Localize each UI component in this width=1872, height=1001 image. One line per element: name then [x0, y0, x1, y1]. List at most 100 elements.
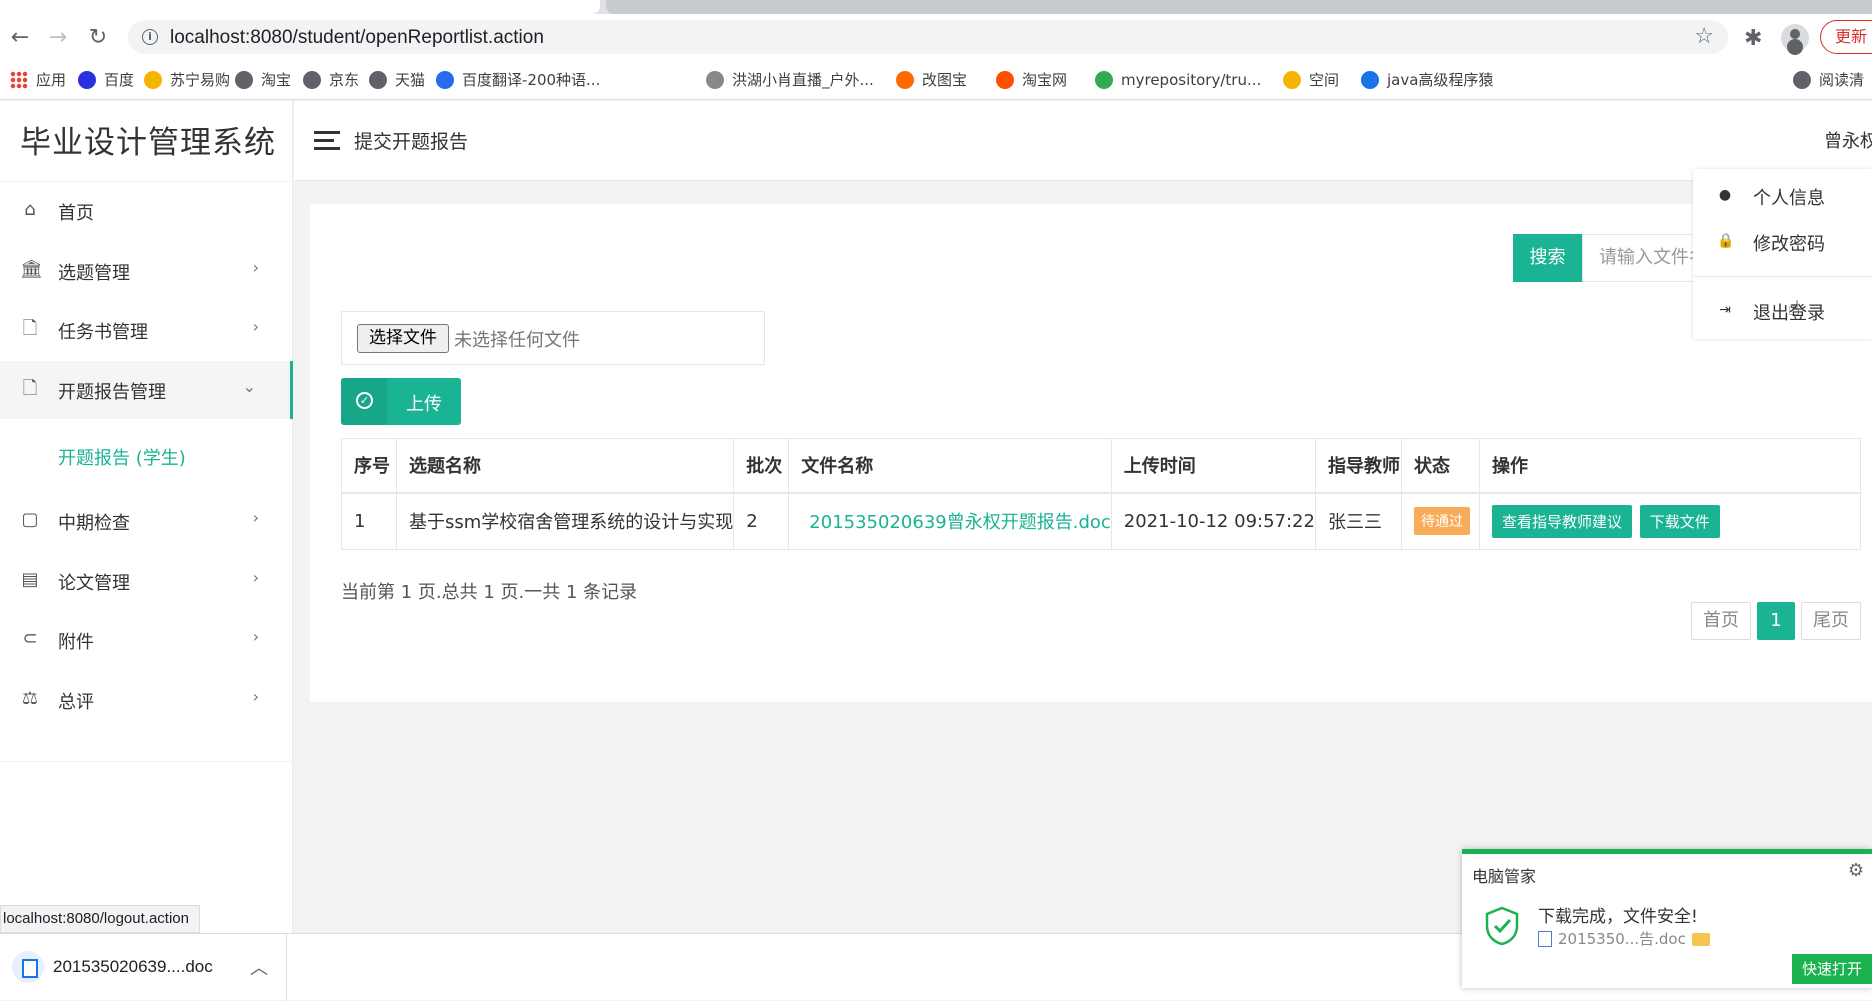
bookmark-label: 洪湖小肖直播_户外...: [732, 71, 874, 89]
sidebar-item-label: 开题报告管理: [58, 382, 166, 403]
document-icon: [1538, 931, 1552, 947]
download-file-button[interactable]: 下载文件: [1639, 504, 1720, 538]
bookmark-star-icon[interactable]: ☆: [1694, 24, 1714, 49]
dropdown-item-change-password[interactable]: 🔒 修改密码: [1693, 223, 1872, 263]
bookmark-item[interactable]: 淘宝网: [996, 69, 1067, 91]
forward-icon[interactable]: →: [44, 24, 72, 52]
table-row: 1 基于ssm学校宿舍管理系统的设计与实现 2 201535020639曾永权开…: [341, 492, 1862, 550]
bookmark-label: 百度翻译-200种语...: [462, 71, 601, 89]
file-link[interactable]: 201535020639曾永权开题报告.doc: [809, 512, 1110, 533]
sidebar-item-label: 附件: [58, 632, 94, 653]
sidebar-item-opening-report[interactable]: 🗋 开题报告管理 ⌄: [0, 361, 293, 419]
sidebar-item-label: 选题管理: [58, 263, 130, 284]
bookmark-item[interactable]: 苏宁易购: [144, 69, 230, 91]
pagination-last[interactable]: 尾页: [1801, 602, 1861, 640]
chevron-right-icon: ›: [252, 508, 259, 527]
folder-icon[interactable]: [1691, 933, 1710, 946]
bookmark-item[interactable]: 天猫: [369, 69, 425, 91]
view-teacher-advice-button[interactable]: 查看指导教师建议: [1491, 504, 1632, 538]
download-filename: 201535020639....doc: [53, 957, 213, 976]
bookmark-item[interactable]: 淘宝: [235, 69, 291, 91]
bookmark-label: 淘宝网: [1022, 71, 1068, 89]
lock-icon: 🔒: [1717, 233, 1735, 249]
balance-scale-icon: ⚖: [21, 688, 39, 709]
dropdown-item-label: 修改密码: [1753, 234, 1825, 255]
cell-file: 201535020639曾永权开题报告.doc: [788, 492, 1112, 550]
browser-toolbar: ← → ↻ i localhost:8080/student/openRepor…: [0, 14, 1872, 60]
sidebar-item-attachments[interactable]: ⊂ 附件 ›: [0, 611, 293, 669]
status-bar-url: localhost:8080/logout.action: [0, 905, 200, 933]
hand-cursor-icon: ☝: [1788, 296, 1801, 320]
bookmarks-bar: 应用 百度 苏宁易购 淘宝 京东 天猫 百度翻译-200种语... 洪湖小肖直播_户外... 改…: [0, 60, 1872, 100]
column-header: 状态: [1400, 438, 1480, 494]
bookmark-item[interactable]: myrepository/tru...: [1095, 69, 1261, 91]
bookmark-item[interactable]: 阅读清: [1793, 69, 1864, 91]
site-info-icon[interactable]: i: [142, 29, 158, 45]
bookmark-item[interactable]: 百度: [78, 69, 134, 91]
sidebar-subitem-opening-report-student[interactable]: 开题报告 (学生): [58, 444, 186, 470]
bookmark-favicon-icon: [369, 71, 387, 89]
bookmark-label: 应用: [36, 71, 67, 89]
search-button[interactable]: 搜索: [1513, 234, 1582, 282]
bookmark-item[interactable]: 京东: [303, 69, 359, 91]
browser-tab-inactive[interactable]: [606, 0, 1872, 14]
sidebar-item-overall-review[interactable]: ⚖ 总评 ›: [0, 671, 293, 729]
quick-open-button[interactable]: 快速打开: [1792, 954, 1872, 984]
bookmark-label: 百度: [104, 71, 135, 89]
dropdown-item-profile[interactable]: ● 个人信息: [1693, 177, 1872, 217]
sidebar-item-task-management[interactable]: 🗋 任务书管理 ›: [0, 301, 293, 359]
bookmark-label: java高级程序猿: [1387, 71, 1494, 89]
sidebar-item-midterm-check[interactable]: ▢ 中期检查 ›: [0, 492, 293, 550]
bookmark-item[interactable]: 百度翻译-200种语...: [436, 69, 600, 91]
cell-status: 待通过: [1400, 492, 1480, 550]
bookmark-item[interactable]: 改图宝: [896, 69, 967, 91]
gear-icon[interactable]: ⚙: [1848, 860, 1864, 881]
profile-avatar-icon[interactable]: [1781, 24, 1809, 52]
apps-grid-icon: [10, 71, 28, 89]
user-menu-toggle[interactable]: 曾永权: [1824, 127, 1872, 153]
bookmark-item[interactable]: 空间: [1283, 69, 1339, 91]
upload-button[interactable]: ✓ 上传: [341, 378, 461, 425]
chevron-up-icon[interactable]: ︿: [250, 954, 268, 980]
column-header: 选题名称: [395, 438, 735, 494]
bookmark-item[interactable]: 洪湖小肖直播_户外...: [706, 69, 874, 91]
bookmark-favicon-icon: [1361, 71, 1379, 89]
bookmark-label: 天猫: [395, 71, 426, 89]
bookmark-label: 空间: [1309, 71, 1340, 89]
bookmark-item[interactable]: java高级程序猿: [1361, 69, 1493, 91]
download-item[interactable]: 201535020639....doc ︿: [0, 934, 287, 1001]
chevron-right-icon: ›: [252, 258, 259, 277]
extensions-icon[interactable]: ✱: [1744, 26, 1762, 51]
address-url[interactable]: localhost:8080/student/openReportlist.ac…: [170, 27, 544, 49]
bookmark-favicon-icon: [706, 71, 724, 89]
bookmark-item[interactable]: 应用: [10, 69, 66, 91]
file-upload-field: 选择文件 未选择任何文件: [341, 311, 765, 365]
back-icon[interactable]: ←: [6, 24, 34, 52]
sidebar-item-label: 总评: [58, 692, 94, 713]
bookmark-favicon-icon: [78, 71, 96, 89]
bookmark-label: 苏宁易购: [170, 71, 231, 89]
address-bar[interactable]: i localhost:8080/student/openReportlist.…: [128, 20, 1728, 54]
sidebar-item-home[interactable]: ⌂ 首页: [0, 182, 293, 240]
choose-file-button[interactable]: 选择文件: [357, 324, 449, 353]
sidebar-item-topic-management[interactable]: 🏛 选题管理 ›: [0, 242, 293, 300]
pagination-page-current[interactable]: 1: [1757, 602, 1795, 640]
book-icon: ▢: [21, 509, 39, 530]
dropdown-divider: [1693, 276, 1872, 277]
bookmark-favicon-icon: [235, 71, 253, 89]
dropdown-item-logout[interactable]: ⇥ 退出登录: [1693, 292, 1872, 332]
pagination-first[interactable]: 首页: [1691, 602, 1751, 640]
browser-tab-active[interactable]: [0, 0, 600, 14]
chevron-down-icon: ⌄: [242, 377, 256, 396]
bookmark-label: 淘宝: [261, 71, 292, 89]
column-header: 指导教师: [1314, 438, 1402, 494]
sidebar-item-thesis-management[interactable]: ▤ 论文管理 ›: [0, 552, 293, 610]
update-button[interactable]: 更新: [1820, 20, 1872, 54]
menu-toggle-icon[interactable]: [314, 131, 340, 151]
cell-no: 1: [341, 492, 397, 550]
cell-batch: 2: [733, 492, 790, 550]
security-notification: 电脑管家 ⚙ 下载完成，文件安全! 2015350...告.doc 快速打开: [1462, 849, 1872, 988]
word-document-icon: [12, 951, 44, 983]
status-badge: 待通过: [1413, 507, 1470, 536]
reload-icon[interactable]: ↻: [84, 24, 112, 52]
